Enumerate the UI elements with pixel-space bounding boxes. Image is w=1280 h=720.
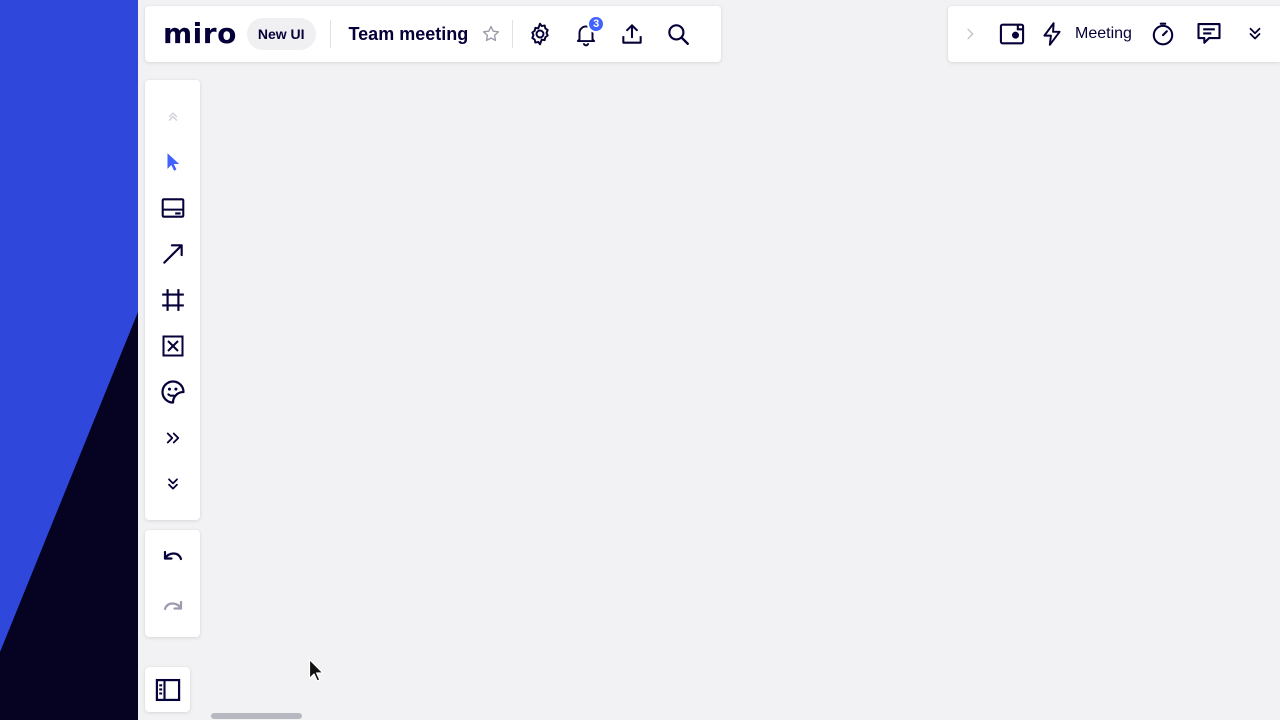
search-icon[interactable] <box>661 17 695 51</box>
top-right-bar: Meeting <box>948 6 1280 62</box>
frames-panel-button[interactable] <box>145 667 190 712</box>
horizontal-scrollbar[interactable] <box>211 713 302 719</box>
divider <box>512 20 514 48</box>
frames-panel-icon <box>154 676 182 704</box>
timer-icon[interactable] <box>1146 17 1180 51</box>
sticker-icon[interactable] <box>153 372 193 412</box>
comment-icon[interactable] <box>1192 17 1226 51</box>
board-title[interactable]: Team meeting <box>349 24 469 45</box>
video-icon[interactable] <box>995 17 1029 51</box>
redo-icon[interactable] <box>153 588 193 628</box>
divider <box>329 20 331 48</box>
top-left-bar: miro New UI Team meeting 3 <box>145 6 721 62</box>
board-canvas[interactable] <box>138 0 1280 720</box>
select-icon[interactable] <box>153 142 193 182</box>
frame-icon[interactable] <box>153 280 193 320</box>
history-panel <box>145 530 200 637</box>
bell-icon[interactable]: 3 <box>569 15 606 51</box>
left-toolbar <box>145 80 200 520</box>
expand-down-icon[interactable] <box>153 464 193 504</box>
image-placeholder-icon[interactable] <box>153 326 193 366</box>
notification-count-badge: 3 <box>587 15 606 33</box>
undo-icon[interactable] <box>153 538 193 578</box>
gear-icon[interactable] <box>523 17 557 51</box>
chevron-double-down-icon[interactable] <box>1238 17 1272 51</box>
more-tools-icon[interactable] <box>153 418 193 458</box>
star-icon[interactable] <box>474 17 508 51</box>
meeting-label: Meeting <box>1075 25 1132 42</box>
card-icon[interactable] <box>153 188 193 228</box>
background-decoration <box>0 0 138 720</box>
mouse-cursor-icon <box>308 658 324 682</box>
upload-icon[interactable] <box>615 17 649 51</box>
chevron-right-icon[interactable] <box>953 17 987 51</box>
lightning-icon <box>1035 17 1069 51</box>
meeting-button[interactable]: Meeting <box>1035 17 1132 51</box>
new-ui-badge[interactable]: New UI <box>246 18 316 50</box>
arrow-line-icon[interactable] <box>153 234 193 274</box>
collapse-up-icon[interactable] <box>153 96 193 136</box>
miro-logo[interactable]: miro <box>163 20 237 48</box>
